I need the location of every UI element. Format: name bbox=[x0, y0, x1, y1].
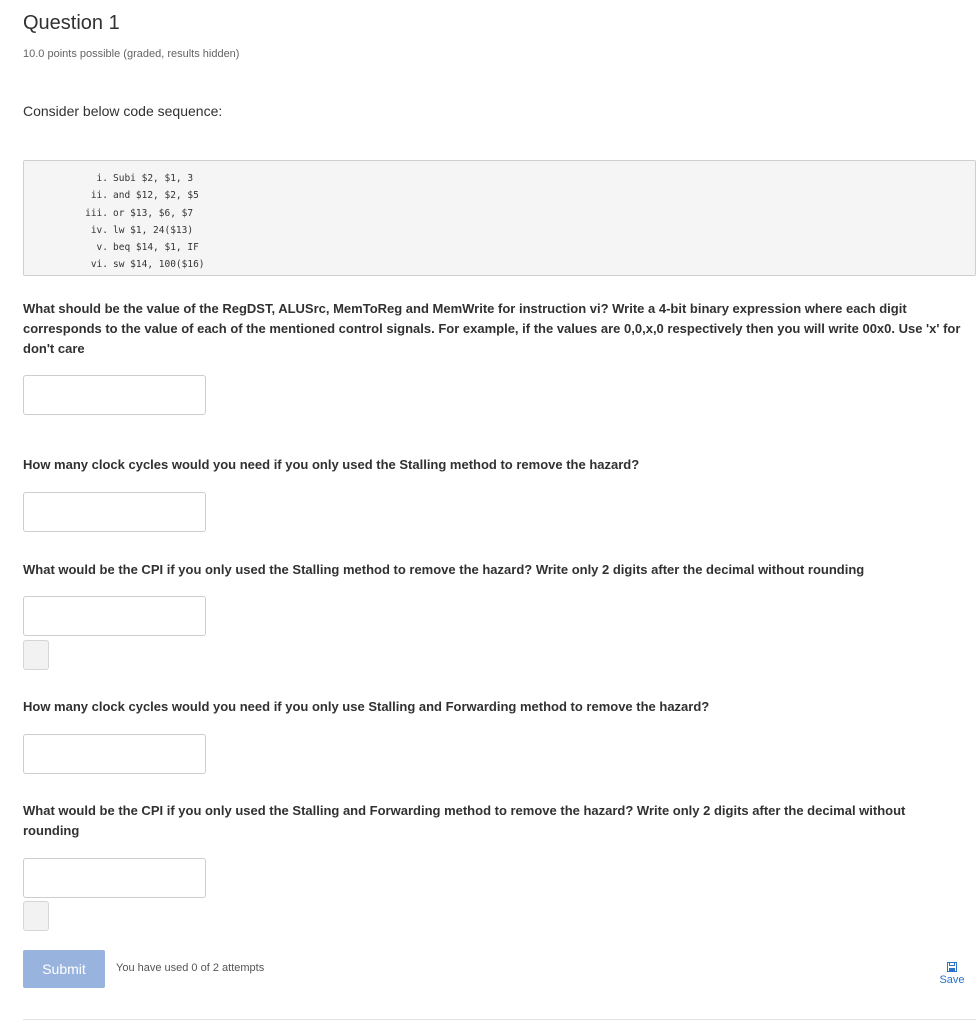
line-number: iii. bbox=[85, 207, 108, 219]
code-line: iii. or $13, $6, $7 bbox=[24, 205, 975, 222]
code-line: vi. sw $14, 100($16) bbox=[24, 256, 975, 273]
instruction: lw $1, 24($13) bbox=[113, 224, 194, 236]
question-3-text: What would be the CPI if you only used t… bbox=[23, 562, 865, 577]
answer-5-input[interactable] bbox=[23, 858, 206, 898]
problem-title: Question 1 bbox=[23, 12, 120, 34]
instruction: Subi $2, $1, 3 bbox=[113, 173, 194, 184]
answer-5-status-indicator bbox=[23, 901, 49, 931]
code-line: i. Subi $2, $1, 3 bbox=[24, 170, 975, 187]
attempts-text: You have used 0 of 2 attempts bbox=[116, 962, 265, 974]
save-label: Save bbox=[939, 974, 965, 986]
line-number: ii. bbox=[90, 190, 108, 202]
answer-3-input[interactable] bbox=[23, 596, 206, 636]
save-button[interactable]: Save bbox=[932, 962, 972, 986]
line-number: i. bbox=[96, 173, 108, 184]
question-1-text: What should be the value of the RegDST, … bbox=[23, 301, 961, 356]
instruction: and $12, $2, $5 bbox=[113, 190, 199, 202]
instruction: beq $14, $1, IF bbox=[113, 242, 199, 254]
submit-button[interactable]: Submit bbox=[23, 950, 105, 988]
answer-3-status-indicator bbox=[23, 640, 49, 670]
question-4-text: How many clock cycles would you need if … bbox=[23, 699, 710, 714]
floppy-disk-icon bbox=[947, 962, 957, 972]
line-number: vi. bbox=[90, 259, 108, 271]
intro-text: Consider below code sequence: bbox=[23, 103, 223, 119]
line-number: iv. bbox=[90, 224, 108, 236]
code-line: ii. and $12, $2, $5 bbox=[24, 187, 975, 204]
answer-2-input[interactable] bbox=[23, 492, 206, 532]
code-line: iv. lw $1, 24($13) bbox=[24, 222, 975, 239]
code-block: i. Subi $2, $1, 3 ii. and $12, $2, $5 iii.… bbox=[23, 160, 976, 276]
points-info: 10.0 points possible (graded, results hi… bbox=[23, 48, 240, 60]
answer-4-input[interactable] bbox=[23, 734, 206, 774]
line-number: v. bbox=[96, 242, 108, 254]
code-line: v. beq $14, $1, IF bbox=[24, 239, 975, 256]
instruction: sw $14, 100($16) bbox=[113, 259, 205, 271]
question-5-text: What would be the CPI if you only used t… bbox=[23, 803, 906, 838]
instruction: or $13, $6, $7 bbox=[113, 207, 194, 219]
question-2-text: How many clock cycles would you need if … bbox=[23, 457, 640, 472]
answer-1-input[interactable] bbox=[23, 375, 206, 415]
bottom-divider bbox=[23, 1019, 976, 1020]
